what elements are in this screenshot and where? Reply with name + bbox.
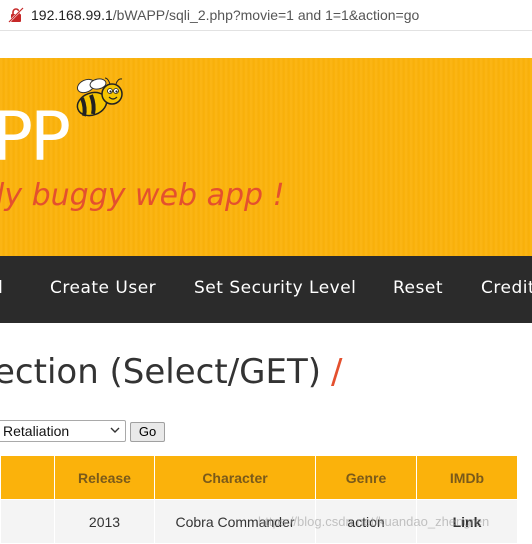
nav-item-credits[interactable]: Credit (481, 278, 532, 298)
table-cell (0, 499, 55, 544)
table-header-imdb: IMDb (416, 455, 518, 500)
go-button[interactable]: Go (130, 422, 165, 442)
nav-item-partial[interactable]: d (0, 278, 3, 298)
nav-item-reset[interactable]: Reset (393, 278, 443, 298)
site-header: PP ly buggy web app ! (0, 58, 532, 256)
table-header-row: Release Character Genre IMDb (0, 455, 518, 500)
watermark: https://blog.csdn.net/kuandao_zhengren (258, 514, 490, 529)
movie-select[interactable]: Retaliation (0, 420, 126, 442)
address-bar[interactable]: 192.168.99.1/bWAPP/sqli_2.php?movie=1 an… (0, 0, 532, 31)
bee-icon (76, 77, 123, 117)
table-cell-release: 2013 (54, 499, 155, 544)
nav-item-create-user[interactable]: Create User (50, 278, 156, 298)
not-secure-icon[interactable] (8, 7, 24, 23)
main-nav: d Create User Set Security Level Reset C… (0, 256, 532, 323)
table-header-genre: Genre (315, 455, 417, 500)
chevron-down-icon (110, 427, 120, 433)
table-header-release: Release (54, 455, 155, 500)
page-title-text: ection (Select/GET) (0, 352, 322, 392)
page-title-slash: / (331, 352, 343, 392)
table-header-cell (0, 455, 55, 500)
site-logo[interactable]: PP (0, 98, 71, 177)
table-header-character: Character (154, 455, 316, 500)
nav-item-set-security-level[interactable]: Set Security Level (194, 278, 356, 298)
page-title: ection (Select/GET) / (0, 352, 343, 392)
site-tagline: ly buggy web app ! (0, 178, 285, 213)
url-path: /bWAPP/sqli_2.php?movie=1 and 1=1&action… (112, 7, 420, 23)
movies-table: Release Character Genre IMDb 2013 Cobra … (0, 455, 518, 544)
url-host: 192.168.99.1 (31, 7, 113, 23)
movie-select-value: Retaliation (3, 423, 70, 439)
